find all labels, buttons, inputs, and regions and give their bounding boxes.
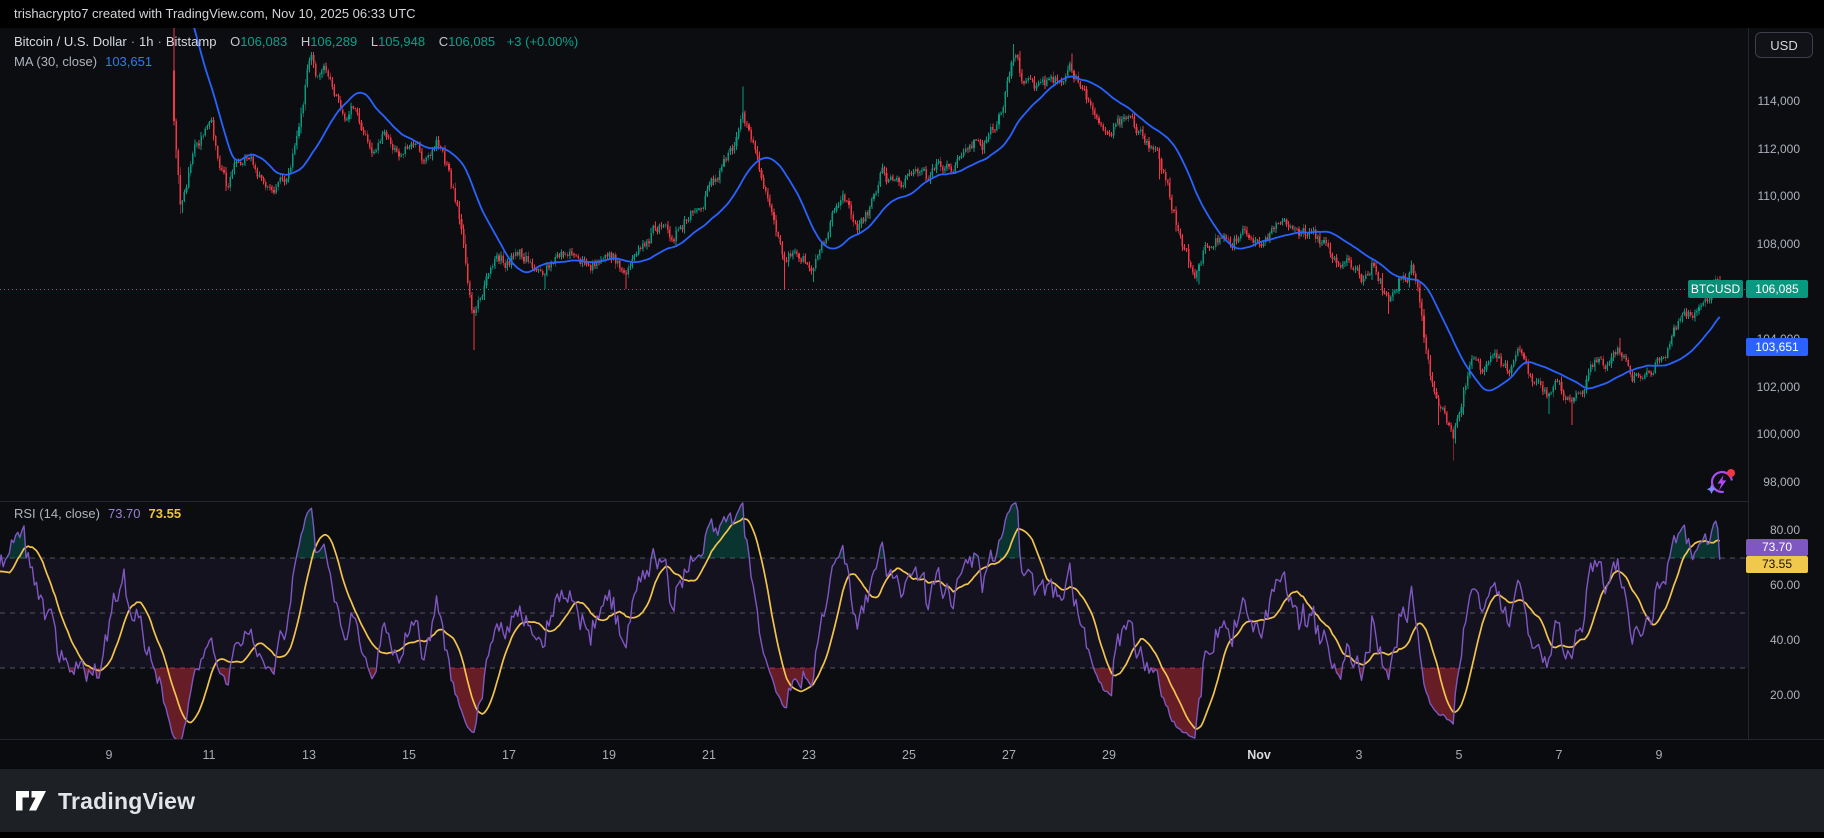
currency-toggle-button[interactable]: USD [1755,32,1813,58]
notification-dot [1727,469,1735,477]
symbol-price-label-badge: BTCUSD [1688,280,1743,298]
tradingview-brand-text: TradingView [58,788,195,815]
price-axis-label: 108,000 [1757,237,1800,251]
close-value: 106,085 [448,34,495,49]
attribution-bar: trishacrypto7 created with TradingView.c… [0,0,1824,28]
attribution-text: trishacrypto7 created with TradingView.c… [14,0,416,28]
time-axis-label: 9 [1656,748,1663,762]
time-axis-label: 9 [106,748,113,762]
rsi-label: RSI (14, close) [14,506,100,521]
change-value: +3 (+0.00%) [507,34,579,49]
exchange-label: Bitstamp [166,34,217,49]
rsi-axis-label: 80.00 [1770,523,1800,537]
rsi-axis-label: 40.00 [1770,633,1800,647]
open-value: 106,083 [240,34,287,49]
price-axis-label: 98,000 [1763,475,1800,489]
high-value: 106,289 [310,34,357,49]
time-axis-label: 7 [1556,748,1563,762]
tradingview-snapshot: trishacrypto7 created with TradingView.c… [0,0,1824,838]
price-axis-label: 100,000 [1757,427,1800,441]
symbol-title: Bitcoin / U.S. Dollar [14,34,127,49]
interval-label: 1h [139,34,153,49]
spark-bolt-icon[interactable] [1706,465,1738,497]
time-axis-label: 25 [902,748,916,762]
rsi-value-badge: 73.70 [1746,539,1808,556]
time-axis-label: 3 [1356,748,1363,762]
last-price-badge: 106,085 [1746,280,1808,298]
rsi-ma-value: 73.55 [149,506,182,521]
low-value: 105,948 [378,34,425,49]
time-axis-label: 23 [802,748,816,762]
rsi-chart[interactable] [0,502,1748,739]
rsi-axis-label: 60.00 [1770,578,1800,592]
candlestick-chart[interactable] [0,28,1748,501]
time-axis-label: 17 [502,748,516,762]
time-axis-label: 27 [1002,748,1016,762]
price-axis-label: 114,000 [1758,94,1801,108]
time-axis-label: 29 [1102,748,1116,762]
price-axis-label: 102,000 [1757,380,1800,394]
time-axis-label: 21 [702,748,716,762]
time-axis-label: 13 [302,748,316,762]
price-axis-label: 112,000 [1758,142,1801,156]
price-pane[interactable] [0,28,1748,501]
rsi-axis-label: 20.00 [1770,688,1800,702]
time-axis-month-label: Nov [1247,748,1271,762]
rsi-pane[interactable] [0,501,1748,739]
tradingview-logo[interactable]: TradingView [14,784,195,818]
ma-label: MA (30, close) [14,54,97,69]
time-axis[interactable]: 9 11 13 15 17 19 21 23 25 27 29 Nov 3 5 7 9 [0,739,1824,769]
ma-value: 103,651 [105,54,152,69]
rsi-legend: RSI (14, close) 73.70 73.55 [14,506,181,521]
ma-legend: MA (30, close) 103,651 [14,54,152,69]
ma-price-badge: 103,651 [1746,338,1808,356]
tradingview-logo-mark [14,784,48,818]
footer-bar: TradingView [0,769,1824,832]
time-axis-label: 11 [203,748,216,762]
time-axis-label: 19 [602,748,616,762]
time-axis-label: 15 [402,748,416,762]
time-axis-label: 5 [1456,748,1463,762]
symbol-legend: Bitcoin / U.S. Dollar·1h·Bitstamp O106,0… [14,34,578,49]
sparkle-icon [1707,485,1716,494]
rsi-value: 73.70 [108,506,141,521]
price-scale[interactable]: 114,000112,000110,000108,000104,000102,0… [1748,28,1824,769]
price-axis-label: 110,000 [1758,189,1801,203]
rsi-ma-value-badge: 73.55 [1746,556,1808,573]
